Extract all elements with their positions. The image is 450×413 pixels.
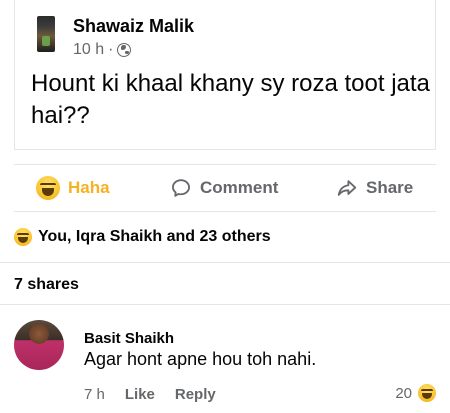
comment-text: Agar hont apne hou toh nahi. <box>84 349 317 369</box>
haha-emoji-icon <box>14 228 32 246</box>
divider <box>0 262 450 263</box>
post-card: Shawaiz Malik 10 h · Hount ki khaal khan… <box>14 0 436 150</box>
haha-emoji-icon <box>418 384 436 402</box>
haha-reaction-button[interactable]: Haha <box>36 165 110 211</box>
comment-bubble-icon <box>172 179 190 197</box>
post-actions-bar: Haha Comment Share <box>14 164 436 212</box>
reactions-text: You, Iqra Shaikh and 23 others <box>38 228 271 245</box>
meta-separator: · <box>108 41 114 58</box>
commenter-name[interactable]: Basit Shaikh <box>84 330 174 347</box>
commenter-avatar[interactable] <box>14 320 64 370</box>
share-arrow-icon <box>337 180 357 196</box>
comment-label: Comment <box>200 178 279 197</box>
post-time[interactable]: 10 h <box>73 41 104 59</box>
haha-label: Haha <box>68 178 110 197</box>
post-meta: 10 h · <box>73 41 132 59</box>
comment-time[interactable]: 7 h <box>84 386 105 403</box>
globe-icon <box>117 43 132 57</box>
comment-reply-button[interactable]: Reply <box>175 386 216 403</box>
share-button[interactable]: Share <box>336 165 413 211</box>
comment-button[interactable]: Comment <box>170 165 278 211</box>
comment-reactions[interactable]: 20 <box>395 384 436 402</box>
divider <box>0 304 450 305</box>
post-text: Hount ki khaal khany sy roza toot jata h… <box>31 70 430 129</box>
comment-meta: 7 h Like Reply <box>84 386 216 403</box>
share-label: Share <box>366 178 414 197</box>
comment-reaction-count: 20 <box>395 384 412 402</box>
haha-emoji-icon <box>36 176 60 200</box>
comment-like-button[interactable]: Like <box>125 386 155 403</box>
author-avatar[interactable] <box>37 16 55 52</box>
reactions-summary[interactable]: You, Iqra Shaikh and 23 others <box>14 224 271 250</box>
post-author-name[interactable]: Shawaiz Malik <box>73 16 194 37</box>
shares-count[interactable]: 7 shares <box>14 276 79 294</box>
